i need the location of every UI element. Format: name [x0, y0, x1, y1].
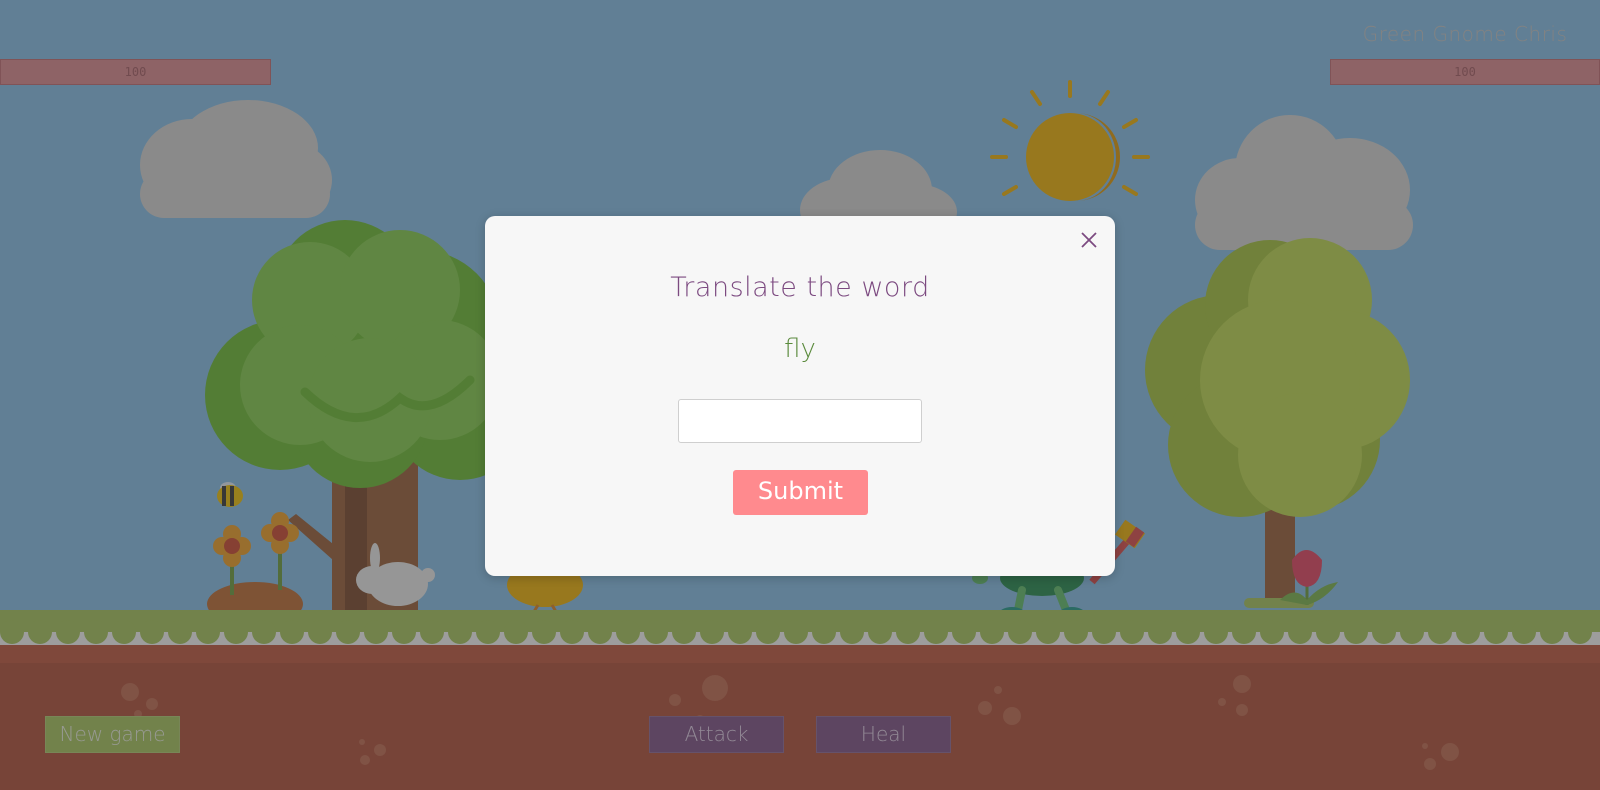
modal-title: Translate the word	[670, 272, 930, 303]
answer-input[interactable]	[678, 399, 922, 443]
translate-modal: Translate the word fly Submit	[485, 216, 1115, 576]
word-to-translate: fly	[784, 334, 816, 364]
close-icon[interactable]	[1077, 228, 1101, 252]
submit-button[interactable]: Submit	[733, 470, 868, 515]
